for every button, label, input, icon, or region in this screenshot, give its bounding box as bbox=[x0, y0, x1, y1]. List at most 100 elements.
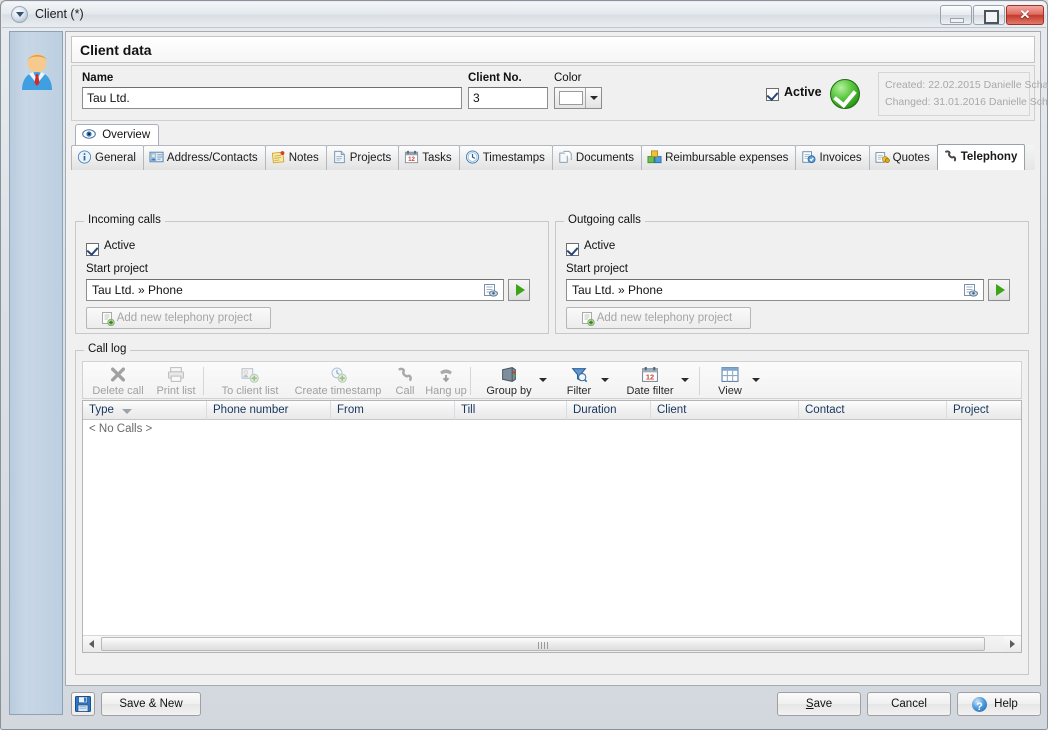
close-button[interactable]: ✕ bbox=[1006, 5, 1044, 25]
created-info: Created: 22.02.2015 Danielle Schaelchli bbox=[885, 79, 1048, 91]
active-toggle-group: Active bbox=[762, 78, 872, 112]
grid-column-label: Type bbox=[89, 404, 114, 416]
outgoing-add-telephony-project-button[interactable]: Add new telephony project bbox=[566, 307, 751, 329]
client-no-input[interactable] bbox=[468, 87, 548, 109]
triangle-right-icon bbox=[1010, 640, 1015, 648]
tab-label: Notes bbox=[289, 152, 319, 164]
floppy-save-icon bbox=[75, 696, 91, 712]
tab-label: Tasks bbox=[422, 152, 451, 164]
grid-column-label: Contact bbox=[805, 404, 845, 416]
save-icon-button[interactable] bbox=[71, 692, 95, 716]
toolbar-date-filter[interactable]: 12Date filter bbox=[619, 364, 681, 398]
color-swatch[interactable] bbox=[559, 91, 583, 105]
close-icon: ✕ bbox=[1007, 7, 1043, 23]
tab-label: Quotes bbox=[893, 152, 930, 164]
client-no-label: Client No. bbox=[468, 72, 522, 84]
outgoing-start-project-go-button[interactable] bbox=[988, 279, 1010, 301]
x-delete-icon bbox=[109, 366, 127, 383]
incoming-start-project-label: Start project bbox=[86, 263, 148, 275]
grid-column-contact[interactable]: Contact bbox=[799, 401, 947, 420]
tab-invoices[interactable]: Invoices bbox=[795, 145, 869, 170]
outgoing-add-button-label: Add new telephony project bbox=[597, 312, 733, 324]
grid-column-duration[interactable]: Duration bbox=[567, 401, 651, 420]
toolbar-delete-call[interactable]: Delete call bbox=[87, 364, 149, 398]
toolbar-item-label: Filter bbox=[557, 385, 601, 397]
toolbar-create-timestamp[interactable]: Create timestamp bbox=[288, 364, 388, 398]
toolbar-group-by[interactable]: Group by bbox=[479, 364, 539, 398]
incoming-add-button-label: Add new telephony project bbox=[117, 312, 253, 324]
tab-tasks[interactable]: 12 Tasks bbox=[398, 145, 459, 170]
scrollbar-thumb[interactable] bbox=[101, 637, 985, 651]
tab-notes[interactable]: Notes bbox=[265, 145, 327, 170]
grid-column-type[interactable]: Type bbox=[83, 401, 207, 420]
grid-column-phone-number[interactable]: Phone number bbox=[207, 401, 331, 420]
grid-column-client[interactable]: Client bbox=[651, 401, 799, 420]
save-and-new-button[interactable]: Save & New bbox=[101, 692, 201, 716]
invoice-icon bbox=[801, 150, 816, 164]
name-label: Name bbox=[82, 72, 113, 84]
printer-icon bbox=[167, 366, 185, 383]
phone-hangup-icon bbox=[437, 366, 455, 383]
grid-column-from[interactable]: From bbox=[331, 401, 455, 420]
contact-card-icon bbox=[149, 150, 164, 164]
tab-reimbursable-expenses[interactable]: Reimbursable expenses bbox=[641, 145, 796, 170]
color-picker[interactable] bbox=[554, 87, 602, 109]
filter-icon bbox=[570, 366, 588, 383]
tab-projects[interactable]: Projects bbox=[326, 145, 400, 170]
save-button[interactable]: Save bbox=[777, 692, 861, 716]
chevron-down-icon[interactable] bbox=[601, 378, 609, 382]
call-log-grid-header: Type Phone numberFromTillDurationClient Co… bbox=[83, 401, 1021, 420]
chevron-down-icon[interactable] bbox=[752, 378, 760, 382]
svg-text:12: 12 bbox=[408, 156, 415, 163]
tab-timestamps[interactable]: Timestamps bbox=[459, 145, 553, 170]
system-menu-icon[interactable] bbox=[11, 6, 28, 23]
outgoing-active-checkbox[interactable] bbox=[566, 243, 579, 256]
cancel-button[interactable]: Cancel bbox=[867, 692, 951, 716]
chevron-down-icon[interactable] bbox=[681, 378, 689, 382]
outgoing-active-label: Active bbox=[584, 240, 615, 252]
tab-quotes[interactable]: Quotes bbox=[869, 145, 938, 170]
project-picker-icon[interactable] bbox=[964, 284, 978, 297]
outgoing-start-project-input[interactable]: Tau Ltd. » Phone bbox=[566, 279, 984, 301]
name-input[interactable] bbox=[82, 87, 462, 109]
incoming-active-checkbox[interactable] bbox=[86, 243, 99, 256]
chevron-down-icon bbox=[590, 96, 598, 100]
notes-icon bbox=[271, 150, 286, 164]
toolbar-to-client-list[interactable]: To client list bbox=[212, 364, 288, 398]
tab-general[interactable]: General bbox=[71, 145, 144, 170]
horizontal-scrollbar[interactable] bbox=[83, 635, 1021, 652]
incoming-calls-group: Incoming calls Active Start project Tau … bbox=[75, 221, 549, 334]
grid-column-project[interactable]: Project bbox=[947, 401, 1048, 420]
minimize-button[interactable] bbox=[940, 5, 972, 25]
active-checkbox[interactable] bbox=[766, 88, 779, 101]
toolbar-hang-up[interactable]: Hang up bbox=[422, 364, 470, 398]
grid-column-till[interactable]: Till bbox=[455, 401, 567, 420]
help-button[interactable]: Help bbox=[957, 692, 1041, 716]
tab-address-contacts[interactable]: Address/Contacts bbox=[143, 145, 266, 170]
client-list-icon bbox=[241, 366, 259, 383]
maximize-button[interactable] bbox=[973, 5, 1005, 25]
group-by-icon bbox=[500, 366, 518, 383]
tab-strip: GeneralAddress/Contacts Notes Projects 12 Ta… bbox=[71, 145, 1035, 171]
scroll-right-button[interactable] bbox=[1004, 636, 1021, 652]
toolbar-print-list[interactable]: Print list bbox=[149, 364, 203, 398]
save-button-label: Save bbox=[806, 698, 832, 710]
tab-overview[interactable]: Overview bbox=[75, 124, 159, 145]
window-title: Client (*) bbox=[35, 7, 84, 21]
project-picker-icon[interactable] bbox=[484, 284, 498, 297]
incoming-add-telephony-project-button[interactable]: Add new telephony project bbox=[86, 307, 271, 329]
incoming-start-project-input[interactable]: Tau Ltd. » Phone bbox=[86, 279, 504, 301]
toolbar-filter[interactable]: Filter bbox=[557, 364, 601, 398]
chevron-down-icon[interactable] bbox=[539, 378, 547, 382]
scroll-left-button[interactable] bbox=[83, 636, 100, 652]
call-log-grid[interactable]: Type Phone numberFromTillDurationClient Co… bbox=[82, 400, 1022, 653]
incoming-active-label: Active bbox=[104, 240, 135, 252]
incoming-start-project-go-button[interactable] bbox=[508, 279, 530, 301]
clock-icon bbox=[465, 150, 480, 164]
toolbar-view[interactable]: View bbox=[708, 364, 752, 398]
phone-handset-icon bbox=[943, 149, 958, 163]
tab-telephony[interactable]: Telephony bbox=[937, 144, 1026, 170]
tab-documents[interactable]: Documents bbox=[552, 145, 642, 170]
color-dropdown-button[interactable] bbox=[585, 88, 601, 108]
toolbar-call[interactable]: Call bbox=[388, 364, 422, 398]
